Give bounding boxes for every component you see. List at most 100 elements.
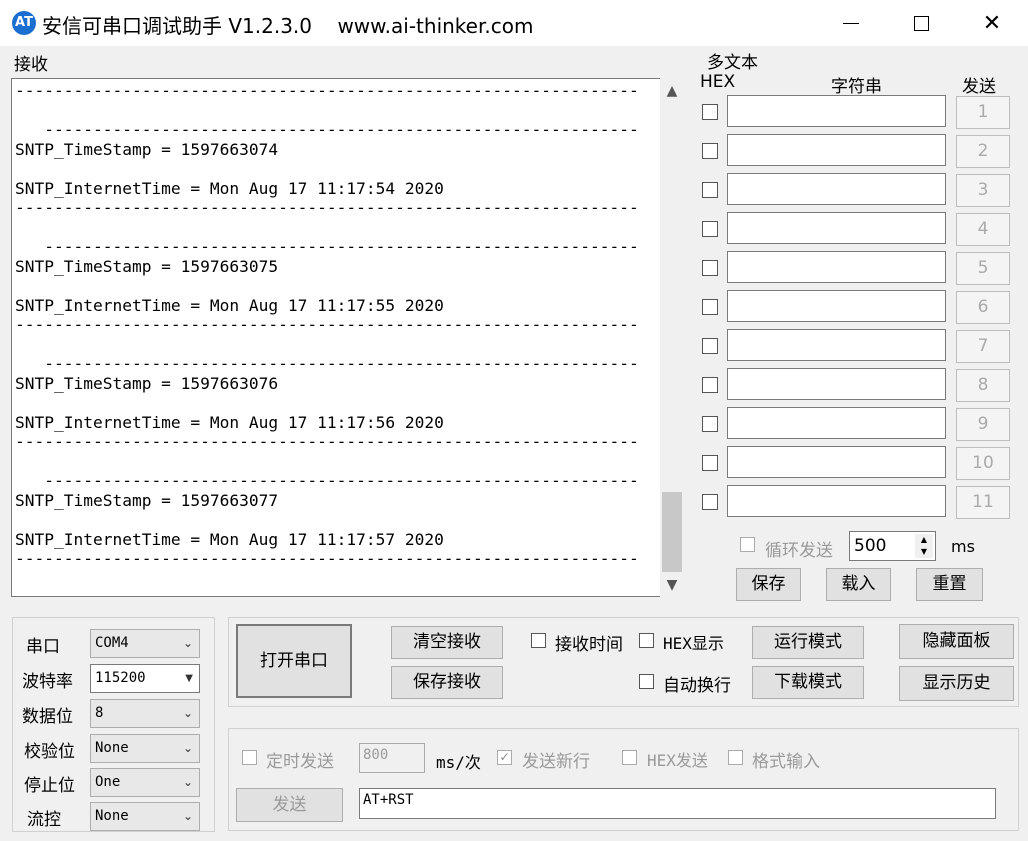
receive-time-checkbox[interactable] xyxy=(531,633,546,648)
receive-label: 接收 xyxy=(14,55,48,75)
scroll-down-icon[interactable]: ▼ xyxy=(660,574,684,596)
send-row-button-5[interactable]: 5 xyxy=(956,252,1010,285)
send-newline-checkbox[interactable]: ✓ xyxy=(497,750,512,765)
string-input-4[interactable] xyxy=(727,212,946,244)
hex-checkbox-8[interactable] xyxy=(702,377,718,393)
hex-header: HEX xyxy=(700,72,736,92)
data-bits-value: 8 xyxy=(95,705,104,721)
maximize-icon xyxy=(913,15,929,31)
send-row-button-8[interactable]: 8 xyxy=(956,369,1010,402)
string-input-2[interactable] xyxy=(727,134,946,166)
hex-checkbox-3[interactable] xyxy=(702,182,718,198)
baud-value: 115200 xyxy=(95,670,146,686)
string-input-5[interactable] xyxy=(727,251,946,283)
send-row-button-3[interactable]: 3 xyxy=(956,174,1010,207)
baud-label: 波特率 xyxy=(22,672,73,692)
receive-textarea[interactable]: ----------------------------------------… xyxy=(11,78,661,597)
app-logo-icon: AT xyxy=(12,11,36,35)
port-label: 串口 xyxy=(26,637,60,657)
send-row-button-6[interactable]: 6 xyxy=(956,291,1010,324)
hex-checkbox-5[interactable] xyxy=(702,260,718,276)
multi-text-label: 多文本 xyxy=(707,53,758,73)
load-button[interactable]: 载入 xyxy=(826,568,891,601)
clear-receive-button[interactable]: 清空接收 xyxy=(391,626,503,659)
string-input-6[interactable] xyxy=(727,290,946,322)
port-value: COM4 xyxy=(95,635,129,651)
hex-checkbox-2[interactable] xyxy=(702,143,718,159)
flow-control-label: 流控 xyxy=(27,810,61,830)
minimize-icon xyxy=(843,22,859,24)
chevron-down-icon: ⌄ xyxy=(182,809,193,823)
hex-send-checkbox[interactable] xyxy=(622,750,637,765)
hex-checkbox-6[interactable] xyxy=(702,299,718,315)
string-input-3[interactable] xyxy=(727,173,946,205)
open-port-button[interactable]: 打开串口 xyxy=(236,624,352,698)
hex-checkbox-1[interactable] xyxy=(702,104,718,120)
title-bar: AT 安信可串口调试助手 V1.2.3.0 www.ai-thinker.com… xyxy=(0,0,1028,46)
hex-checkbox-9[interactable] xyxy=(702,416,718,432)
run-mode-button[interactable]: 运行模式 xyxy=(752,626,864,659)
flow-control-value: None xyxy=(95,808,129,824)
baud-select[interactable]: 115200 ▼ xyxy=(90,664,200,693)
hex-checkbox-4[interactable] xyxy=(702,221,718,237)
string-input-7[interactable] xyxy=(727,329,946,361)
hex-checkbox-7[interactable] xyxy=(702,338,718,354)
parity-value: None xyxy=(95,740,129,756)
hex-checkbox-10[interactable] xyxy=(702,455,718,471)
send-row-button-1[interactable]: 1 xyxy=(956,96,1010,129)
timed-send-checkbox[interactable] xyxy=(242,750,257,765)
string-input-9[interactable] xyxy=(727,407,946,439)
hex-display-label: HEX显示 xyxy=(663,634,724,653)
scroll-thumb[interactable] xyxy=(662,492,682,572)
loop-interval-input[interactable]: 500 ▲ ▼ xyxy=(849,531,936,561)
stop-bits-value: One xyxy=(95,774,121,790)
stop-bits-select[interactable]: One ⌄ xyxy=(90,768,200,797)
download-mode-button[interactable]: 下载模式 xyxy=(752,666,864,699)
hex-send-label: HEX发送 xyxy=(647,751,708,770)
string-input-8[interactable] xyxy=(727,368,946,400)
send-row-button-9[interactable]: 9 xyxy=(956,408,1010,441)
string-input-11[interactable] xyxy=(727,485,946,517)
timed-period-input[interactable]: 800 xyxy=(359,743,425,773)
interval-unit: ms xyxy=(951,537,975,556)
send-row-button-7[interactable]: 7 xyxy=(956,330,1010,363)
show-history-button[interactable]: 显示历史 xyxy=(899,666,1014,701)
receive-scrollbar[interactable]: ▲ ▼ xyxy=(660,78,684,597)
format-input-checkbox[interactable] xyxy=(728,750,743,765)
receive-text: ----------------------------------------… xyxy=(15,81,639,568)
flow-control-select[interactable]: None ⌄ xyxy=(90,802,200,831)
chevron-down-icon: ⌄ xyxy=(182,741,193,755)
send-row-button-2[interactable]: 2 xyxy=(956,135,1010,168)
auto-newline-checkbox[interactable] xyxy=(639,674,654,689)
hex-display-checkbox[interactable] xyxy=(639,633,654,648)
hex-checkbox-11[interactable] xyxy=(702,494,718,510)
send-row-button-4[interactable]: 4 xyxy=(956,213,1010,246)
save-receive-button[interactable]: 保存接收 xyxy=(391,666,503,699)
scroll-up-icon[interactable]: ▲ xyxy=(660,80,684,102)
parity-select[interactable]: None ⌄ xyxy=(90,734,200,763)
send-input[interactable]: AT+RST xyxy=(359,788,996,819)
loop-send-checkbox[interactable] xyxy=(740,537,755,552)
string-input-1[interactable] xyxy=(727,95,946,127)
auto-newline-label: 自动换行 xyxy=(663,676,731,696)
reset-button[interactable]: 重置 xyxy=(916,568,983,601)
hide-panel-button[interactable]: 隐藏面板 xyxy=(899,624,1014,659)
data-bits-select[interactable]: 8 ⌄ xyxy=(90,699,200,728)
send-button[interactable]: 发送 xyxy=(236,788,343,822)
send-header: 发送 xyxy=(962,77,996,97)
close-button[interactable]: ✕ xyxy=(957,0,1027,46)
close-icon: ✕ xyxy=(982,10,1002,36)
send-row-button-10[interactable]: 10 xyxy=(956,447,1010,480)
port-select[interactable]: COM4 ⌄ xyxy=(90,629,200,658)
period-unit-label: ms/次 xyxy=(436,753,481,772)
minimize-button[interactable] xyxy=(816,0,886,46)
loop-send-label: 循环发送 xyxy=(765,541,833,561)
send-row-button-11[interactable]: 11 xyxy=(956,486,1010,519)
spin-up-icon[interactable]: ▲ xyxy=(915,534,933,546)
maximize-button[interactable] xyxy=(886,0,956,46)
dropdown-arrow-icon: ▼ xyxy=(185,673,193,684)
spin-down-icon[interactable]: ▼ xyxy=(915,546,933,558)
save-button[interactable]: 保存 xyxy=(736,568,801,601)
string-input-10[interactable] xyxy=(727,446,946,478)
stop-bits-label: 停止位 xyxy=(24,776,75,796)
